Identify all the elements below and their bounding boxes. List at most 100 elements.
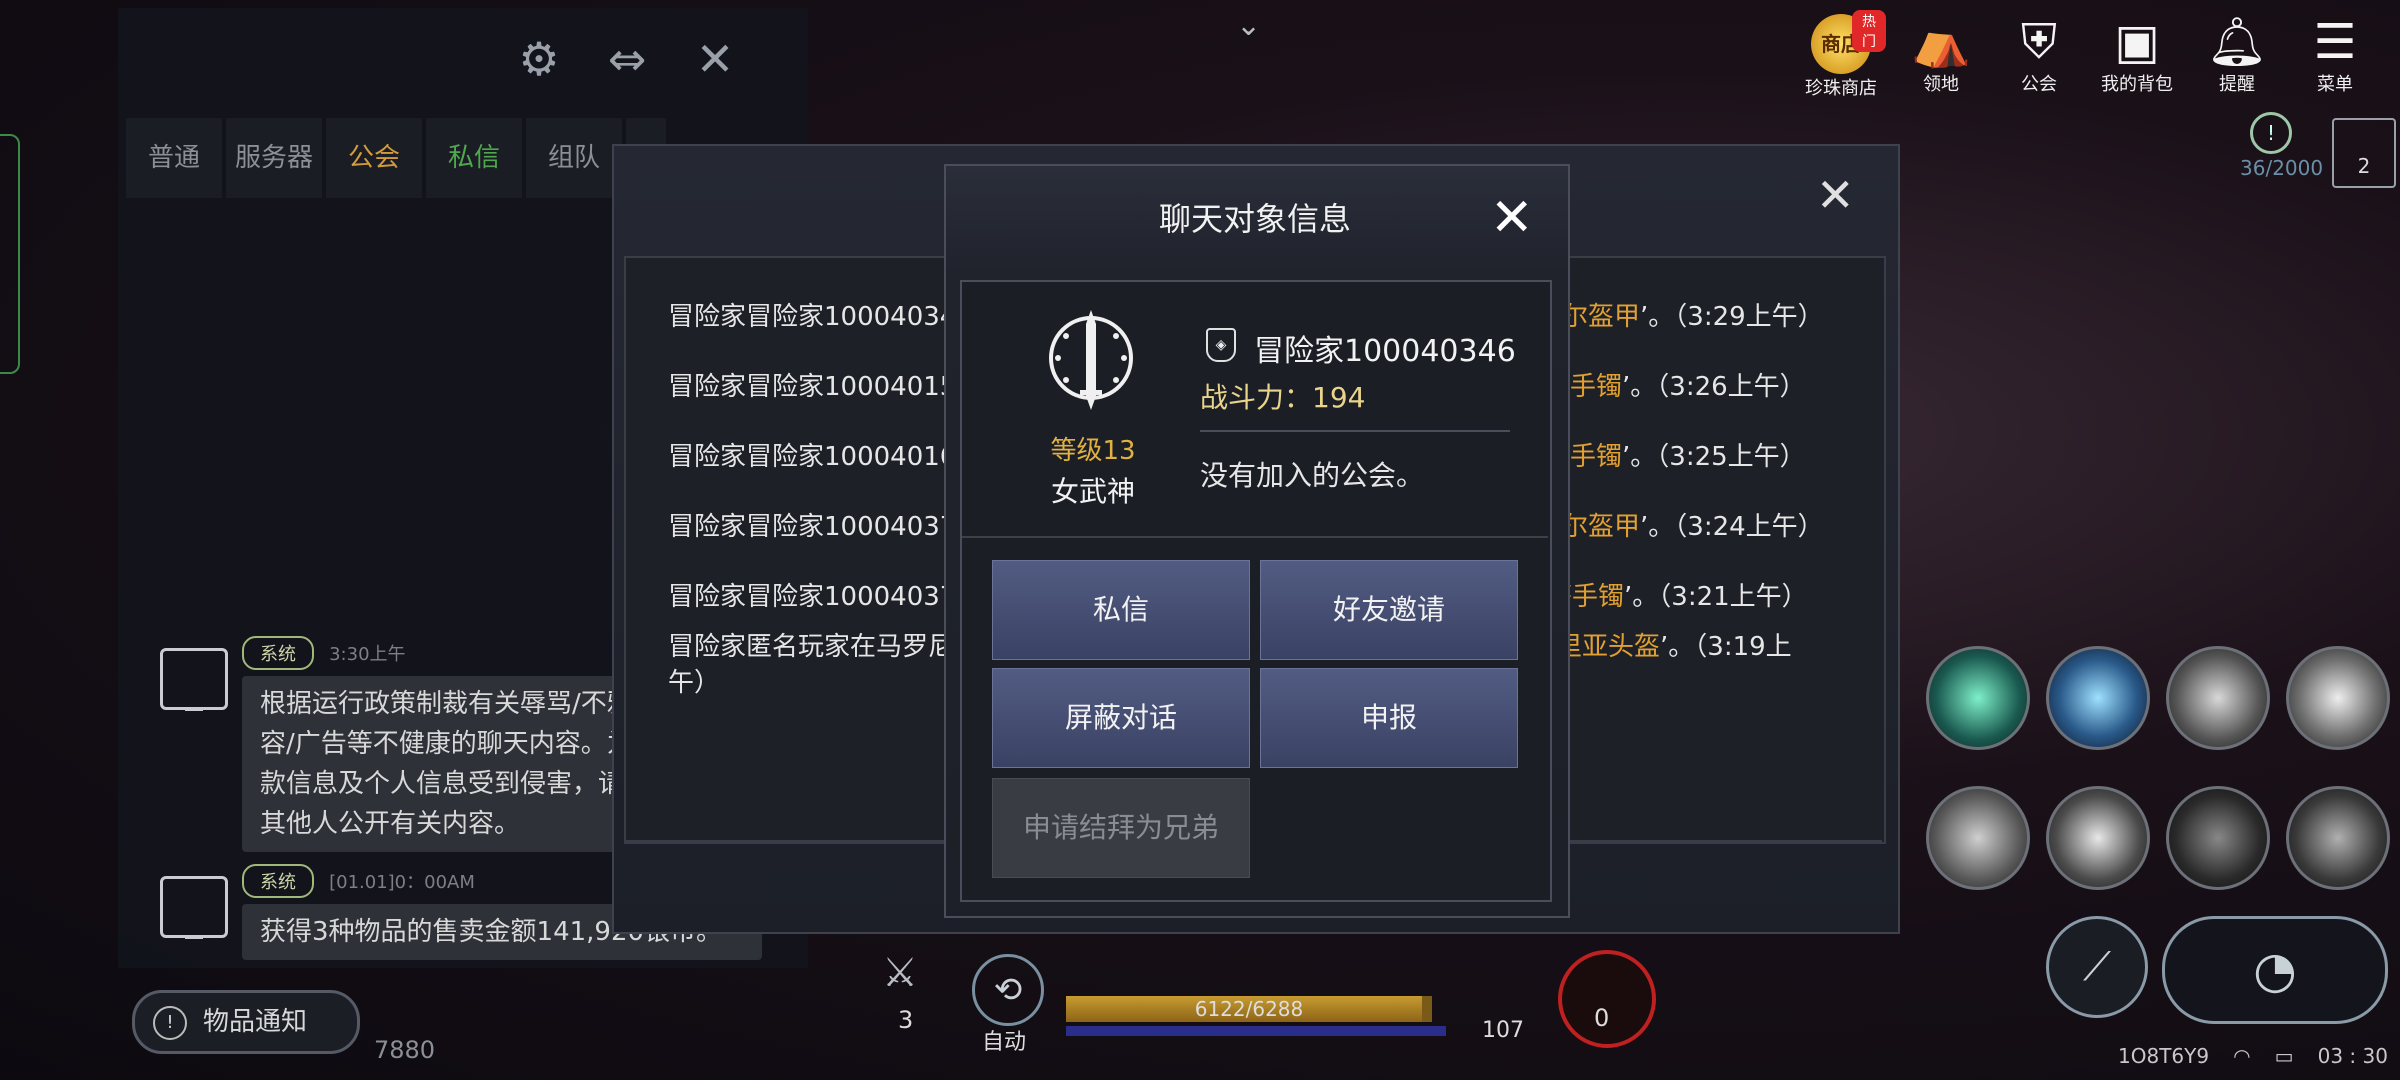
guild-icon: ⛨: [2020, 14, 2057, 70]
history-time: ’。（3:19上: [1660, 632, 1792, 662]
history-line-tail: 尔盔甲’。（3:29上午）: [1562, 296, 1824, 333]
chat-close-icon[interactable]: ✕: [686, 30, 744, 88]
tab-server[interactable]: 服务器: [226, 118, 322, 198]
history-line: 冒险家匿名玩家在马罗尼地: [668, 632, 981, 662]
skill-slot-4[interactable]: [2286, 646, 2390, 750]
pearl-shop-label: 珍珠商店: [1805, 78, 1877, 99]
reminder-button[interactable]: 🔔︎ 提醒: [2192, 14, 2282, 96]
device-id: 1O8T6Y9: [2118, 1044, 2210, 1068]
skill-slot-3[interactable]: [2166, 646, 2270, 750]
system-message-icon: [160, 648, 228, 711]
auto-battle-button[interactable]: ⟲: [972, 954, 1044, 1026]
message-time: 3:30上午: [329, 644, 406, 665]
auto-label: 自动: [982, 1030, 1027, 1055]
alert-icon: !: [153, 1005, 187, 1040]
territory-button[interactable]: ⛺ 领地: [1896, 14, 1986, 96]
history-time: ’。（3:24上午）: [1640, 512, 1824, 542]
bag-button[interactable]: ▣ 我的背包: [2092, 14, 2182, 96]
territory-label: 领地: [1923, 74, 1959, 95]
item-name: 手镯: [1570, 372, 1623, 402]
tab-normal[interactable]: 普通: [126, 118, 222, 198]
pearl-shop-button[interactable]: 商店 热门 珍珠商店: [1796, 10, 1886, 100]
system-message-icon: [160, 876, 228, 939]
skill-slot-2[interactable]: [2046, 646, 2150, 750]
skill-slot-7[interactable]: [2166, 786, 2270, 890]
history-line: 冒险家冒险家10004037: [668, 582, 957, 612]
history-line-tail: 手镯’。（3:25上午）: [1570, 436, 1806, 473]
wifi-icon: ◠: [2233, 1044, 2251, 1068]
item-notice-button[interactable]: ! 物品通知: [132, 990, 360, 1054]
quest-box-number: 2: [2357, 154, 2371, 178]
quest-count: 36/2000: [2240, 156, 2324, 180]
history-time: ’。（3:21上午）: [1624, 582, 1808, 612]
skill-slot-6[interactable]: [2046, 786, 2150, 890]
friend-invite-button[interactable]: 好友邀请: [1260, 560, 1518, 660]
history-time: ’。（3:26上午）: [1622, 372, 1806, 402]
combat-power: 战斗力：194: [1200, 381, 1366, 414]
divider: [1200, 430, 1510, 432]
menu-label: 菜单: [2317, 74, 2353, 95]
potion-count: 3: [898, 1006, 914, 1034]
hp-text: 6122/6288: [1194, 997, 1304, 1021]
item-name: 手镯: [1570, 442, 1623, 472]
history-line: 冒险家冒险家10004037: [668, 512, 957, 542]
guild-status: 没有加入的公会。: [1200, 459, 1425, 492]
bell-icon: 🔔︎: [2206, 14, 2268, 70]
potion-icon[interactable]: ⚔: [882, 950, 918, 996]
skill-slot-1[interactable]: [1926, 646, 2030, 750]
report-button[interactable]: 申报: [1260, 668, 1518, 768]
sworn-brother-button[interactable]: 申请结拜为兄弟: [992, 778, 1250, 878]
chat-settings-icon[interactable]: ⚙: [510, 30, 568, 88]
clock: 03 : 30: [2317, 1044, 2388, 1068]
weapon-ring-count: 0: [1594, 1004, 1610, 1032]
item-notice-label: 物品通知: [203, 1007, 308, 1037]
guild-label: 公会: [2021, 74, 2057, 95]
block-chat-button[interactable]: 屏蔽对话: [992, 668, 1250, 768]
history-time: ’。（3:25上午）: [1622, 442, 1806, 472]
guild-button[interactable]: ⛨ 公会: [1994, 14, 2084, 96]
divider: [962, 536, 1548, 538]
menu-button[interactable]: ☰ 菜单: [2290, 14, 2380, 96]
tab-private[interactable]: 私信: [426, 118, 522, 198]
history-line-wrap: 午）: [668, 668, 721, 698]
player-name: 冒险家100040346: [1254, 334, 1516, 369]
status-bar: 1O8T6Y9 ◠ ▭ 03 : 30: [2118, 1044, 2388, 1068]
reminder-label: 提醒: [2219, 74, 2255, 95]
mp-bar: [1066, 1026, 1446, 1036]
whisper-button[interactable]: 私信: [992, 560, 1250, 660]
gold-amount: 7880: [374, 1036, 436, 1064]
side-frame: [0, 134, 20, 374]
chat-tabs: 普通 服务器 公会 私信 组队 其: [126, 118, 670, 198]
history-close-icon[interactable]: ✕: [1816, 168, 1855, 222]
system-badge: 系统: [242, 864, 314, 898]
territory-icon: ⛺: [1911, 14, 1971, 70]
quest-alert-icon[interactable]: !: [2250, 112, 2292, 154]
class-badge-icon: ◈: [1206, 328, 1236, 362]
battery-icon: ▭: [2274, 1044, 2294, 1068]
weapon-swap-button[interactable]: ⟋: [2046, 916, 2148, 1018]
history-time: ’。（3:29上午）: [1640, 302, 1824, 332]
level-number: 107: [1482, 1018, 1524, 1043]
quest-box[interactable]: 2: [2332, 118, 2396, 188]
history-line: 冒险家冒险家10004015: [668, 372, 957, 402]
attack-button[interactable]: ◔: [2162, 916, 2388, 1024]
tab-party[interactable]: 组队: [526, 118, 622, 198]
hot-tag: 热门: [1852, 10, 1886, 52]
history-line: 冒险家冒险家10004016: [668, 442, 957, 472]
chevron-down-icon[interactable]: ⌄: [1236, 8, 1261, 43]
modal-title: 聊天对象信息: [1158, 200, 1351, 238]
player-class: 女武神: [1050, 475, 1135, 508]
weapon-ring[interactable]: [1558, 950, 1656, 1048]
close-icon[interactable]: ✕: [1490, 188, 1534, 248]
history-line-tail: 芬手镯’。（3:21上午）: [1546, 576, 1808, 613]
menu-icon: ☰: [2313, 14, 2357, 70]
chat-expand-icon[interactable]: ⇔: [598, 30, 656, 88]
skill-slot-8[interactable]: [2286, 786, 2390, 890]
skill-slot-5[interactable]: [1926, 786, 2030, 890]
bag-icon: ▣: [2114, 14, 2160, 70]
player-level: 等级13: [1050, 436, 1136, 466]
history-line-tail: 尔盔甲’。（3:24上午）: [1562, 506, 1824, 543]
tab-guild[interactable]: 公会: [326, 118, 422, 198]
history-line-tail: 手镯’。（3:26上午）: [1570, 366, 1806, 403]
chat-toolbar: ⚙ ⇔ ✕: [510, 30, 744, 88]
